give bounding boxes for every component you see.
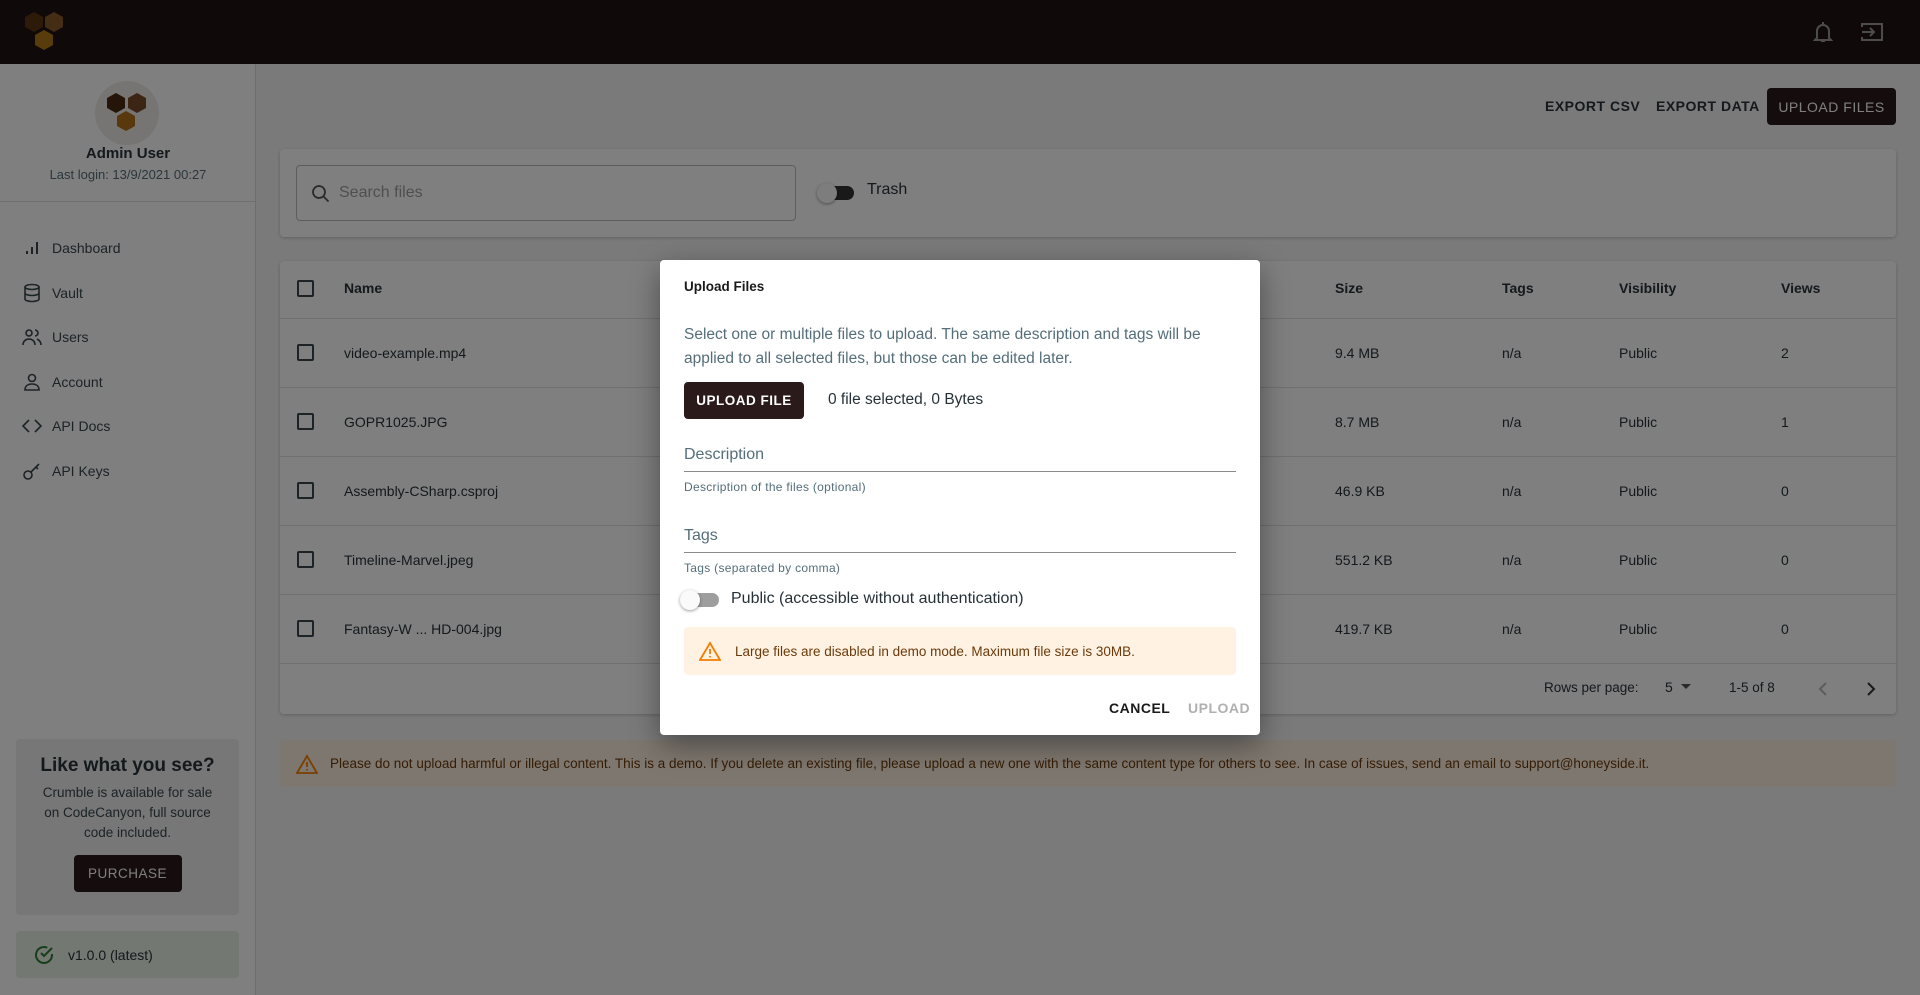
tags-helper: Tags (separated by comma) — [684, 561, 841, 575]
description-underline — [684, 471, 1236, 472]
alert-text: Large files are disabled in demo mode. M… — [735, 643, 1135, 659]
dialog-title: Upload Files — [684, 279, 765, 294]
upload-button[interactable]: UPLOAD — [1188, 700, 1250, 716]
upload-files-dialog: Upload Files Select one or multiple file… — [660, 260, 1260, 735]
public-toggle-label: Public (accessible without authenticatio… — [731, 590, 1024, 607]
file-size-alert: Large files are disabled in demo mode. M… — [684, 627, 1236, 675]
warning-icon — [699, 641, 721, 661]
public-toggle-knob[interactable] — [680, 590, 700, 610]
selection-status: 0 file selected, 0 Bytes — [828, 391, 984, 408]
cancel-button[interactable]: CANCEL — [1109, 700, 1170, 716]
upload-file-button[interactable]: UPLOAD FILE — [684, 382, 804, 419]
tags-input[interactable] — [684, 521, 1236, 552]
dialog-description: Select one or multiple files to upload. … — [684, 326, 1201, 367]
tags-underline — [684, 552, 1236, 553]
description-helper: Description of the files (optional) — [684, 480, 866, 494]
description-input[interactable] — [684, 440, 1236, 471]
